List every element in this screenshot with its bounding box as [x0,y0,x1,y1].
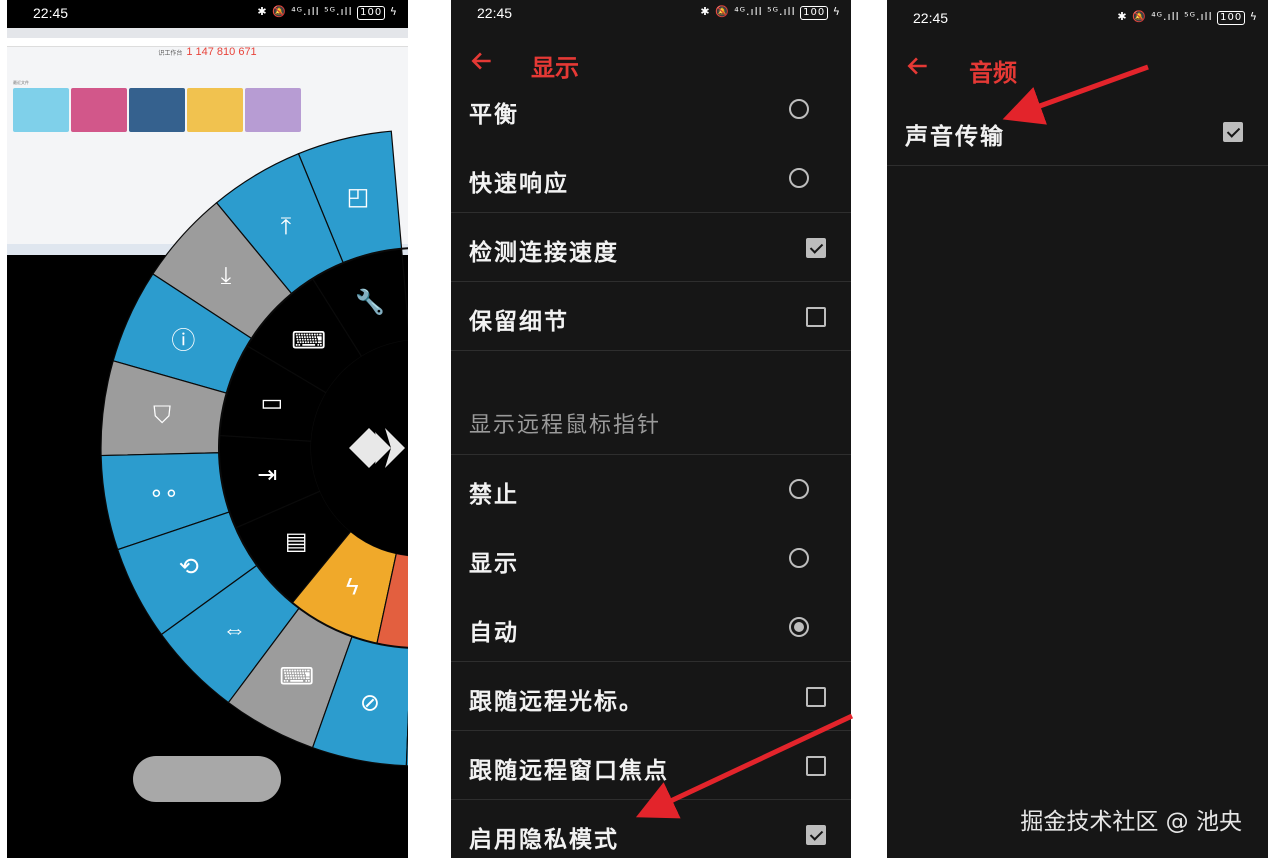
upload-icon: ⤒ [281,213,292,240]
settings-row[interactable]: 启用隐私模式 [451,800,851,858]
radio-button[interactable] [789,548,809,568]
status-time: 22:45 [477,5,513,21]
status-bar: 22:45 ✱ 🔕 ⁴ᴳ.ıll ⁵ᴳ.ıll 100 ϟ [887,0,1268,28]
charging-icon: ϟ [1249,10,1258,23]
audio-settings-screen: 22:45 ✱ 🔕 ⁴ᴳ.ıll ⁵ᴳ.ıll 100 ϟ 音频 声音传输 掘金… [887,0,1268,858]
settings-row-label: 快速响应 [469,170,569,197]
remote-control-screen: 22:45 ✱ 🔕 ⁴ᴳ.ıll ⁵ᴳ.ıll 100 ϟ 识工作台 1 147 … [7,0,408,858]
action-wheel[interactable]: ◰⤒⤓ⓘ⛉∘∘⟲⇔⌨⊘◉🔧⌨▭⇥▤ϟ✕ [7,0,408,858]
back-arrow-icon[interactable] [905,53,931,79]
radio-button[interactable] [789,168,809,188]
battery-icon: 100 [1217,11,1246,25]
monitor-icon: ▭ [260,390,283,417]
settings-row[interactable]: 保留细节 [451,282,851,351]
lightning-icon: ϟ [346,574,359,601]
screenshot-icon: ◰ [347,183,370,210]
back-arrow-icon[interactable] [469,48,495,74]
nodes-icon: ∘∘ [149,480,179,507]
checkbox[interactable] [806,687,826,707]
settings-row[interactable]: 显示 [451,524,851,593]
settings-row-label: 禁止 [469,481,519,508]
settings-row-label: 跟随远程窗口焦点 [469,757,669,784]
signal-icons: ✱ 🔕 ⁴ᴳ.ıll ⁵ᴳ.ıll [1117,10,1213,23]
status-icons: ✱ 🔕 ⁴ᴳ.ıll ⁵ᴳ.ıll 100 ϟ [1117,10,1258,25]
checkbox[interactable] [1223,122,1243,142]
settings-row-label: 启用隐私模式 [469,826,619,853]
checkbox[interactable] [806,238,826,258]
privacy-screen-icon: ⌨ [279,663,314,690]
display-settings-screen: 22:45 ✱ 🔕 ⁴ᴳ.ıll ⁵ᴳ.ıll 100 ϟ 显示 平衡快速响应检… [451,0,851,858]
page-title: 音频 [969,58,1017,87]
keyboard-mouse-icon: ⌨ [291,327,326,354]
settings-row-label: 检测连接速度 [469,239,619,266]
settings-row[interactable]: 跟随远程光标。 [451,662,851,731]
section-header: 显示远程鼠标指针 [451,351,851,455]
info-icon: ⓘ [171,327,195,354]
wrench-icon: 🔧 [355,287,385,316]
settings-row[interactable]: 禁止 [451,455,851,524]
settings-row[interactable]: 跟随远程窗口焦点 [451,731,851,800]
charging-icon: ϟ [832,5,841,18]
radio-button[interactable] [789,479,809,499]
chat-icon: ▤ [285,528,308,555]
settings-row-label: 平衡 [469,101,519,128]
checkbox[interactable] [806,307,826,327]
settings-row-label: 自动 [469,619,519,646]
settings-row[interactable]: 声音传输 [887,97,1268,166]
settings-row-label: 跟随远程光标。 [469,688,644,715]
settings-row-label: 显示远程鼠标指针 [469,413,662,438]
shield-icon: ⛉ [153,402,171,429]
restore-screen-icon: ⟲ [179,554,199,581]
settings-row-label: 保留细节 [469,308,569,335]
signal-icons: ✱ 🔕 ⁴ᴳ.ıll ⁵ᴳ.ıll [700,5,796,18]
settings-row[interactable]: 检测连接速度 [451,213,851,282]
checkbox[interactable] [806,825,826,845]
status-time: 22:45 [913,10,949,26]
download-icon: ⤓ [221,262,232,289]
settings-row-label: 声音传输 [905,123,1005,150]
keyboard-toggle-pill[interactable] [133,756,281,802]
radio-button[interactable] [789,617,809,637]
checkbox[interactable] [806,756,826,776]
battery-icon: 100 [800,6,829,20]
status-icons: ✱ 🔕 ⁴ᴳ.ıll ⁵ᴳ.ıll 100 ϟ [700,5,841,20]
settings-row-label: 显示 [469,550,519,577]
status-bar: 22:45 ✱ 🔕 ⁴ᴳ.ıll ⁵ᴳ.ıll 100 ϟ [451,0,851,28]
resize-screen-icon: ⇔ [222,617,246,644]
radio-button[interactable] [789,99,809,119]
hide-icon: ⊘ [360,689,380,716]
app-header: 音频 [887,45,1268,93]
settings-row[interactable]: 快速响应 [451,144,851,213]
settings-row[interactable]: 自动 [451,593,851,662]
settings-row[interactable]: 平衡 [451,75,851,144]
watermark: 掘金技术社区 @ 池央 [1020,809,1242,835]
file-transfer-icon: ⇥ [257,462,277,489]
